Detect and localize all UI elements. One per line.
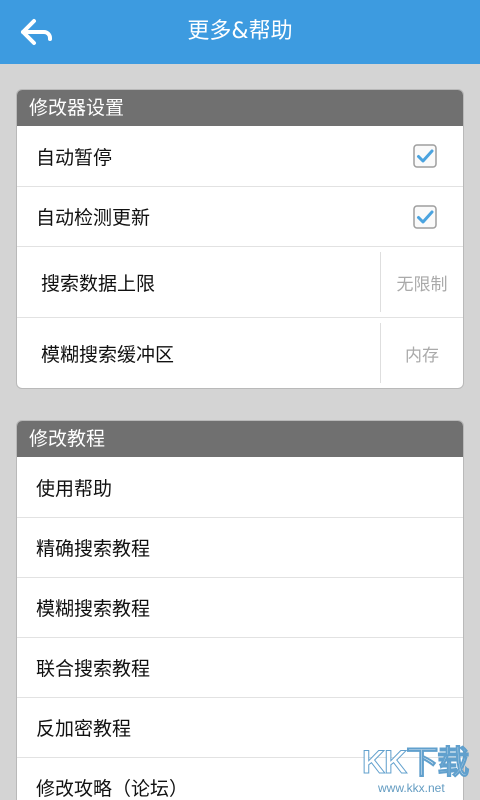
settings-section: 修改器设置 自动暂停 自动检测更新 搜索数据上限 无限制 模糊搜索缓冲区 内存 — [16, 89, 464, 389]
page-title: 更多&帮助 — [187, 19, 293, 44]
row-label: 联合搜索教程 — [36, 658, 151, 680]
setting-search-limit[interactable]: 搜索数据上限 无限制 — [17, 246, 463, 317]
watermark-text: KK下载 — [361, 744, 469, 781]
row-label: 反加密教程 — [36, 718, 132, 740]
row-label: 模糊搜索缓冲区 — [41, 343, 175, 366]
row-label: 模糊搜索教程 — [36, 598, 151, 620]
row-label: 修改攻略（论坛） — [36, 778, 189, 800]
setting-auto-update[interactable]: 自动检测更新 — [17, 186, 463, 246]
watermark-url: www.kkx.net — [378, 781, 445, 795]
row-label: 自动检测更新 — [36, 207, 151, 229]
tutorial-joint-search[interactable]: 联合搜索教程 — [17, 637, 463, 697]
row-label: 使用帮助 — [36, 477, 113, 500]
fuzzy-buffer-value[interactable]: 内存 — [381, 318, 463, 388]
row-label: 精确搜索教程 — [36, 538, 151, 560]
section-header: 修改教程 — [17, 421, 463, 457]
checkbox-checked-icon[interactable] — [413, 144, 437, 168]
top-bar: 更多&帮助 — [0, 0, 480, 64]
search-limit-value[interactable]: 无限制 — [381, 247, 463, 317]
tutorials-section: 修改教程 使用帮助 精确搜索教程 模糊搜索教程 联合搜索教程 反加密教程 修改攻… — [16, 420, 464, 800]
tutorial-fuzzy-search[interactable]: 模糊搜索教程 — [17, 577, 463, 637]
row-label: 自动暂停 — [36, 146, 113, 169]
tutorial-exact-search[interactable]: 精确搜索教程 — [17, 517, 463, 577]
setting-fuzzy-buffer[interactable]: 模糊搜索缓冲区 内存 — [17, 317, 463, 388]
checkbox-checked-icon[interactable] — [413, 204, 437, 229]
setting-auto-pause[interactable]: 自动暂停 — [17, 126, 463, 186]
row-label: 搜索数据上限 — [41, 272, 156, 295]
watermark-logo: KK下载 www.kkx.net — [361, 744, 474, 800]
tutorial-help[interactable]: 使用帮助 — [17, 457, 463, 517]
section-header: 修改器设置 — [17, 90, 463, 126]
